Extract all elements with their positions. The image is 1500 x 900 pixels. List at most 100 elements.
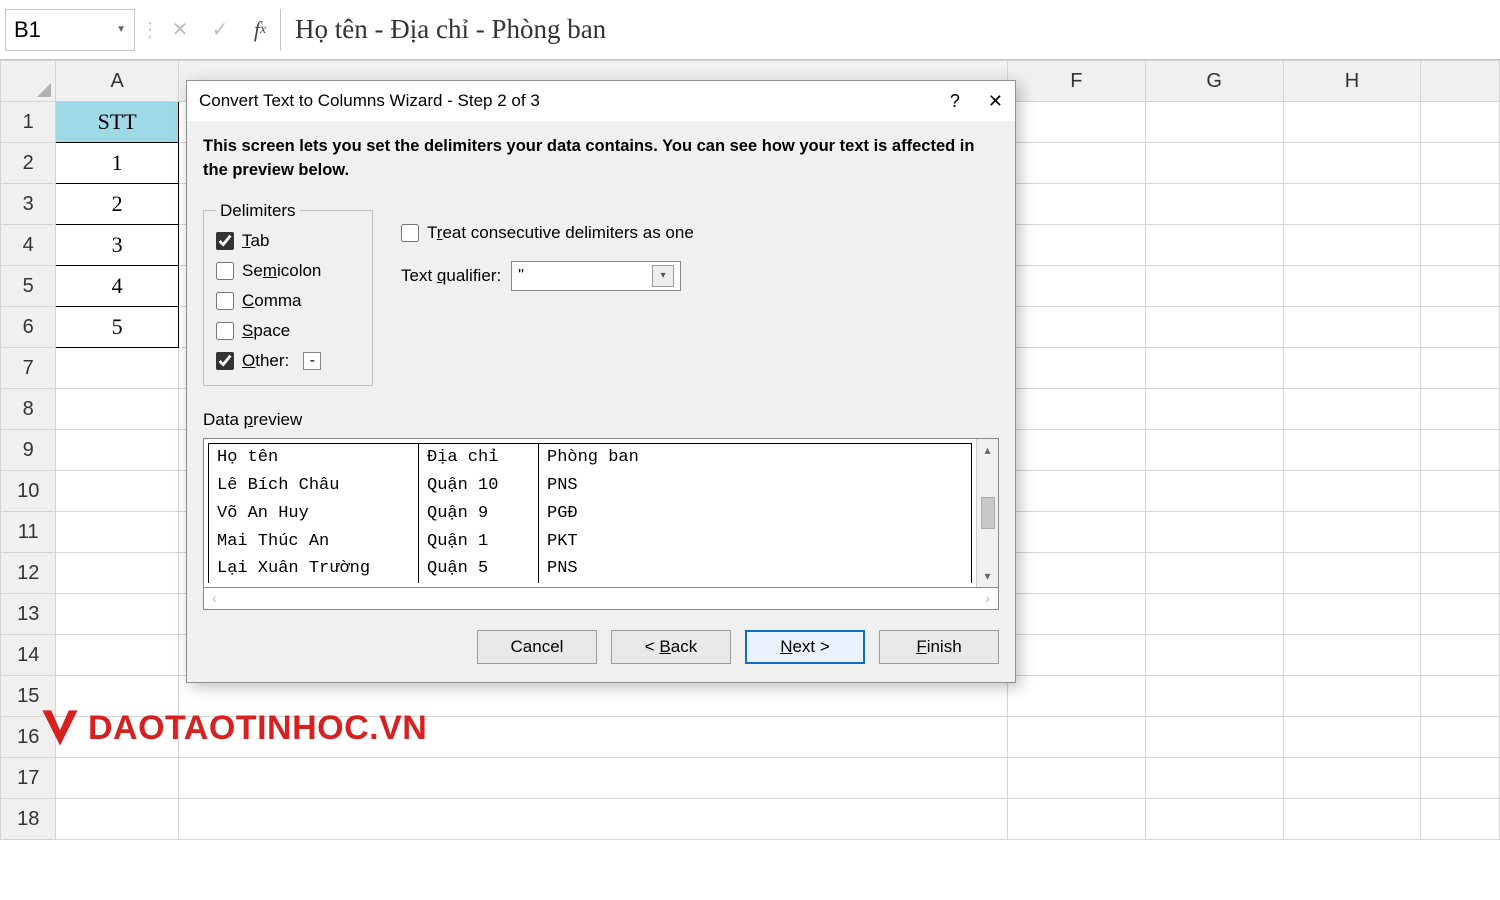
cell[interactable] [1421,635,1500,676]
cell[interactable] [1283,512,1421,553]
cell[interactable] [1283,553,1421,594]
dialog-titlebar[interactable]: Convert Text to Columns Wizard - Step 2 … [187,81,1015,121]
delimiter-other-input[interactable] [303,352,321,370]
scroll-right-icon[interactable]: › [985,590,990,606]
row-header[interactable]: 11 [1,512,56,553]
cell[interactable] [56,758,179,799]
cell[interactable] [1145,266,1283,307]
delimiter-space-checkbox[interactable] [216,322,234,340]
row-header[interactable]: 2 [1,143,56,184]
cell[interactable] [56,348,179,389]
row-header[interactable]: 3 [1,184,56,225]
cell[interactable] [1283,471,1421,512]
cell[interactable] [1283,389,1421,430]
cell[interactable] [1008,635,1146,676]
cell[interactable] [1145,676,1283,717]
cell[interactable] [1008,553,1146,594]
preview-horizontal-scrollbar[interactable]: ‹ › [203,588,999,610]
cell[interactable] [1421,143,1500,184]
name-box[interactable]: B1 ▼ [5,9,135,51]
cell[interactable] [1421,225,1500,266]
row-header[interactable]: 12 [1,553,56,594]
row-header[interactable]: 14 [1,635,56,676]
cell[interactable] [1008,676,1146,717]
cell[interactable] [1421,266,1500,307]
delimiter-tab-checkbox[interactable] [216,232,234,250]
cell-A6[interactable]: 5 [56,307,179,348]
cell[interactable] [1283,758,1421,799]
col-header-H[interactable]: H [1283,61,1421,102]
cell[interactable] [1008,430,1146,471]
scroll-up-icon[interactable]: ▴ [984,443,990,457]
cancel-button[interactable]: Cancel [477,630,597,664]
cell[interactable] [1421,717,1500,758]
chevron-down-icon[interactable]: ▾ [652,265,674,287]
cell[interactable] [1283,676,1421,717]
cell[interactable] [1421,471,1500,512]
help-icon[interactable]: ? [950,91,960,112]
cell[interactable] [1283,225,1421,266]
cancel-formula-icon[interactable]: ✕ [160,9,200,51]
row-header[interactable]: 4 [1,225,56,266]
cell[interactable] [1008,307,1146,348]
cell-A2[interactable]: 1 [56,143,179,184]
cell[interactable] [1283,799,1421,840]
back-button[interactable]: < Back [611,630,731,664]
preview-vertical-scrollbar[interactable]: ▴ ▾ [976,439,998,587]
cell[interactable] [56,389,179,430]
col-header-G[interactable]: G [1145,61,1283,102]
cell-A5[interactable]: 4 [56,266,179,307]
cell[interactable] [1145,389,1283,430]
cell[interactable] [1283,184,1421,225]
cell[interactable] [1008,799,1146,840]
cell-A3[interactable]: 2 [56,184,179,225]
cell[interactable] [1008,471,1146,512]
cell[interactable] [1421,102,1500,143]
cell[interactable] [1421,512,1500,553]
cell[interactable] [1283,266,1421,307]
formula-input[interactable]: Họ tên - Địa chỉ - Phòng ban [280,9,1500,51]
col-header-A[interactable]: A [56,61,179,102]
cell[interactable] [1145,799,1283,840]
cell-A4[interactable]: 3 [56,225,179,266]
cell[interactable] [1145,758,1283,799]
cell[interactable] [1421,799,1500,840]
cell[interactable] [1283,430,1421,471]
cell[interactable] [56,512,179,553]
cell[interactable] [1145,635,1283,676]
delimiter-comma-checkbox[interactable] [216,292,234,310]
cell[interactable] [1421,758,1500,799]
cell[interactable] [1421,594,1500,635]
row-header[interactable]: 10 [1,471,56,512]
row-header[interactable]: 17 [1,758,56,799]
scroll-down-icon[interactable]: ▾ [984,569,990,583]
cell[interactable] [1145,717,1283,758]
cell[interactable] [56,430,179,471]
cell[interactable] [1145,102,1283,143]
cell[interactable] [1008,102,1146,143]
cell[interactable] [1145,143,1283,184]
col-header-F[interactable]: F [1008,61,1146,102]
cell[interactable] [1283,717,1421,758]
cell[interactable] [1008,594,1146,635]
cell[interactable] [1008,717,1146,758]
row-header[interactable]: 7 [1,348,56,389]
cell[interactable] [56,471,179,512]
cell[interactable] [1008,143,1146,184]
cell[interactable] [1145,594,1283,635]
cell[interactable] [1008,758,1146,799]
cell[interactable] [1145,225,1283,266]
select-all-corner[interactable] [1,61,56,102]
cell[interactable] [1145,430,1283,471]
cell[interactable] [1008,266,1146,307]
cell[interactable] [1421,430,1500,471]
cell[interactable] [1145,348,1283,389]
text-qualifier-select[interactable]: " ▾ [511,261,681,291]
cell[interactable] [1283,348,1421,389]
close-icon[interactable]: ✕ [988,91,1003,112]
row-header[interactable]: 1 [1,102,56,143]
cell[interactable] [1008,389,1146,430]
cell[interactable] [1145,184,1283,225]
scroll-left-icon[interactable]: ‹ [212,590,217,606]
cell[interactable] [178,799,1007,840]
